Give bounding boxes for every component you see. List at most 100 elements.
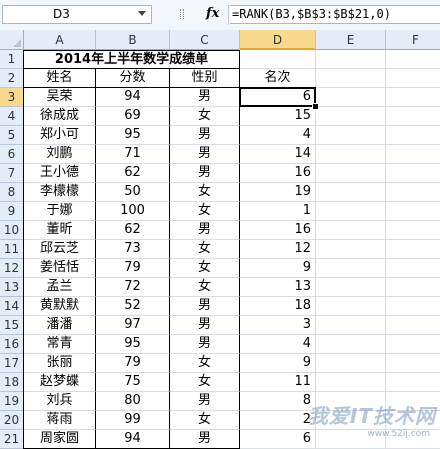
cell-e2[interactable] [316,69,386,88]
cell-rank[interactable]: 15 [240,107,316,126]
cell-name[interactable]: 蒋雨 [24,411,96,430]
cell-gender[interactable]: 男 [170,221,240,240]
cell-f17[interactable] [386,354,440,373]
cell-score[interactable]: 79 [96,354,170,373]
cell-score[interactable]: 94 [96,88,170,107]
cell-f6[interactable] [386,145,440,164]
row-header-9[interactable]: 9 [0,202,24,221]
cell-rank[interactable]: 16 [240,164,316,183]
row-header-8[interactable]: 8 [0,183,24,202]
cell-gender[interactable]: 男 [170,335,240,354]
cell-e7[interactable] [316,164,386,183]
cell-e6[interactable] [316,145,386,164]
cell-e12[interactable] [316,259,386,278]
cell-rank[interactable]: 4 [240,126,316,145]
cell-rank[interactable]: 14 [240,145,316,164]
cell-name[interactable]: 李檬檬 [24,183,96,202]
cell-name[interactable]: 张丽 [24,354,96,373]
cell-gender[interactable]: 女 [170,240,240,259]
row-header-10[interactable]: 10 [0,221,24,240]
cell-score[interactable]: 50 [96,183,170,202]
cell-rank[interactable]: 2 [240,411,316,430]
cell-score[interactable]: 52 [96,297,170,316]
row-header-17[interactable]: 17 [0,354,24,373]
cell-score[interactable]: 94 [96,430,170,449]
cell-score[interactable]: 62 [96,164,170,183]
cell-e4[interactable] [316,107,386,126]
cell-score[interactable]: 71 [96,145,170,164]
row-header-20[interactable]: 20 [0,411,24,430]
cell-gender[interactable]: 女 [170,183,240,202]
cell-e13[interactable] [316,278,386,297]
column-header-f[interactable]: F [386,30,440,50]
row-header-4[interactable]: 4 [0,107,24,126]
column-header-b[interactable]: B [96,30,170,50]
cell-gender[interactable]: 女 [170,411,240,430]
cell-rank[interactable]: 18 [240,297,316,316]
cell-score[interactable]: 75 [96,373,170,392]
row-header-2[interactable]: 2 [0,69,24,88]
formula-input[interactable]: =RANK(B3,$B$3:$B$21,0) [230,5,440,24]
column-header-d[interactable]: D [240,30,316,50]
cell-score[interactable]: 99 [96,411,170,430]
cell-e9[interactable] [316,202,386,221]
cell-gender[interactable]: 女 [170,259,240,278]
cell-gender[interactable]: 男 [170,88,240,107]
cell-rank[interactable]: 9 [240,259,316,278]
cell-name[interactable]: 吴荣 [24,88,96,107]
cell-e10[interactable] [316,221,386,240]
row-header-15[interactable]: 15 [0,316,24,335]
row-header-5[interactable]: 5 [0,126,24,145]
cell-f1[interactable] [386,50,440,69]
cell-f13[interactable] [386,278,440,297]
cell-rank[interactable]: 3 [240,316,316,335]
cell-f7[interactable] [386,164,440,183]
column-header-c[interactable]: C [170,30,240,50]
cell-score[interactable]: 73 [96,240,170,259]
cell-gender[interactable]: 男 [170,316,240,335]
cell-d1[interactable] [240,50,316,69]
cell-name[interactable]: 潘潘 [24,316,96,335]
cell-name[interactable]: 王小德 [24,164,96,183]
cell-rank[interactable]: 6 [240,88,316,107]
cell-name[interactable]: 黄默默 [24,297,96,316]
cell-name[interactable]: 常青 [24,335,96,354]
cell-score[interactable]: 79 [96,259,170,278]
cell-name[interactable]: 刘兵 [24,392,96,411]
name-box-dropdown-icon[interactable] [138,11,146,16]
cell-e3[interactable] [316,88,386,107]
cell-rank[interactable]: 16 [240,221,316,240]
cell-rank[interactable]: 11 [240,373,316,392]
cell-e18[interactable] [316,373,386,392]
row-header-19[interactable]: 19 [0,392,24,411]
cell-gender[interactable]: 女 [170,373,240,392]
cell-name[interactable]: 邱云芝 [24,240,96,259]
insert-function-button[interactable]: fx [206,6,219,21]
cell-name[interactable]: 孟兰 [24,278,96,297]
header-rank[interactable]: 名次 [240,69,316,88]
row-header-13[interactable]: 13 [0,278,24,297]
cell-rank[interactable]: 1 [240,202,316,221]
column-header-e[interactable]: E [316,30,386,50]
cell-e5[interactable] [316,126,386,145]
select-all-button[interactable] [0,30,24,50]
name-box[interactable]: D3 [2,5,152,24]
cell-e16[interactable] [316,335,386,354]
cell-rank[interactable]: 12 [240,240,316,259]
cell-f18[interactable] [386,373,440,392]
column-header-a[interactable]: A [24,30,96,50]
cell-score[interactable]: 97 [96,316,170,335]
row-header-7[interactable]: 7 [0,164,24,183]
cell-f8[interactable] [386,183,440,202]
header-gender[interactable]: 性别 [170,69,240,88]
cell-score[interactable]: 80 [96,392,170,411]
cell-e17[interactable] [316,354,386,373]
cell-score[interactable]: 95 [96,126,170,145]
cell-name[interactable]: 于娜 [24,202,96,221]
cell-gender[interactable]: 男 [170,126,240,145]
row-header-21[interactable]: 21 [0,430,24,449]
cell-rank[interactable]: 4 [240,335,316,354]
cell-name[interactable]: 董昕 [24,221,96,240]
cell-gender[interactable]: 男 [170,430,240,449]
row-header-18[interactable]: 18 [0,373,24,392]
